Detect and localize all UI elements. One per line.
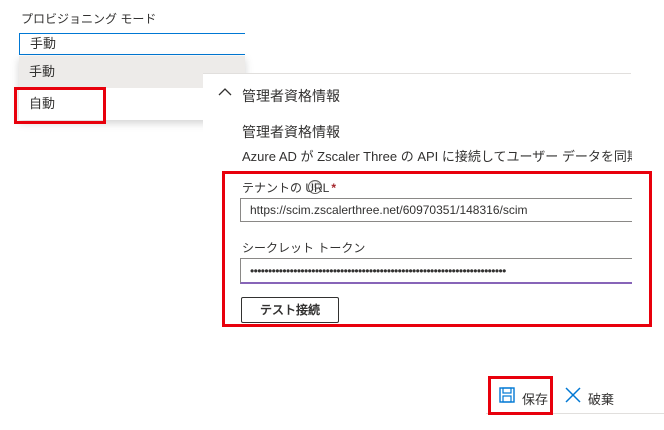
section-title: 管理者資格情報 bbox=[242, 124, 340, 140]
provisioning-mode-dropdown[interactable]: 手動 bbox=[19, 33, 245, 55]
panel-divider bbox=[203, 73, 631, 74]
test-connection-button[interactable]: テスト接続 bbox=[241, 297, 339, 323]
save-button[interactable]: 保存 bbox=[494, 382, 552, 412]
discard-button[interactable]: 破棄 bbox=[560, 382, 630, 412]
discard-label: 破棄 bbox=[588, 392, 615, 407]
save-label: 保存 bbox=[522, 392, 549, 407]
info-icon[interactable]: ⓘ bbox=[308, 180, 322, 194]
command-bar-divider bbox=[486, 413, 664, 414]
provisioning-mode-label: プロビジョニング モード bbox=[21, 12, 157, 26]
admin-credentials-header[interactable]: 管理者資格情報 bbox=[242, 86, 340, 106]
tenant-url-input[interactable]: https://scim.zscalerthree.net/60970351/1… bbox=[240, 198, 632, 222]
secret-token-input[interactable]: ••••••••••••••••••••••••••••••••••••••••… bbox=[240, 258, 632, 284]
chevron-up-icon[interactable] bbox=[216, 83, 234, 101]
section-description: Azure AD が Zscaler Three の API に接続してユーザー… bbox=[242, 149, 632, 164]
save-icon bbox=[499, 387, 515, 403]
required-marker: * bbox=[331, 181, 337, 195]
close-icon bbox=[565, 387, 581, 403]
secret-token-label: シークレット トークン bbox=[242, 241, 366, 255]
